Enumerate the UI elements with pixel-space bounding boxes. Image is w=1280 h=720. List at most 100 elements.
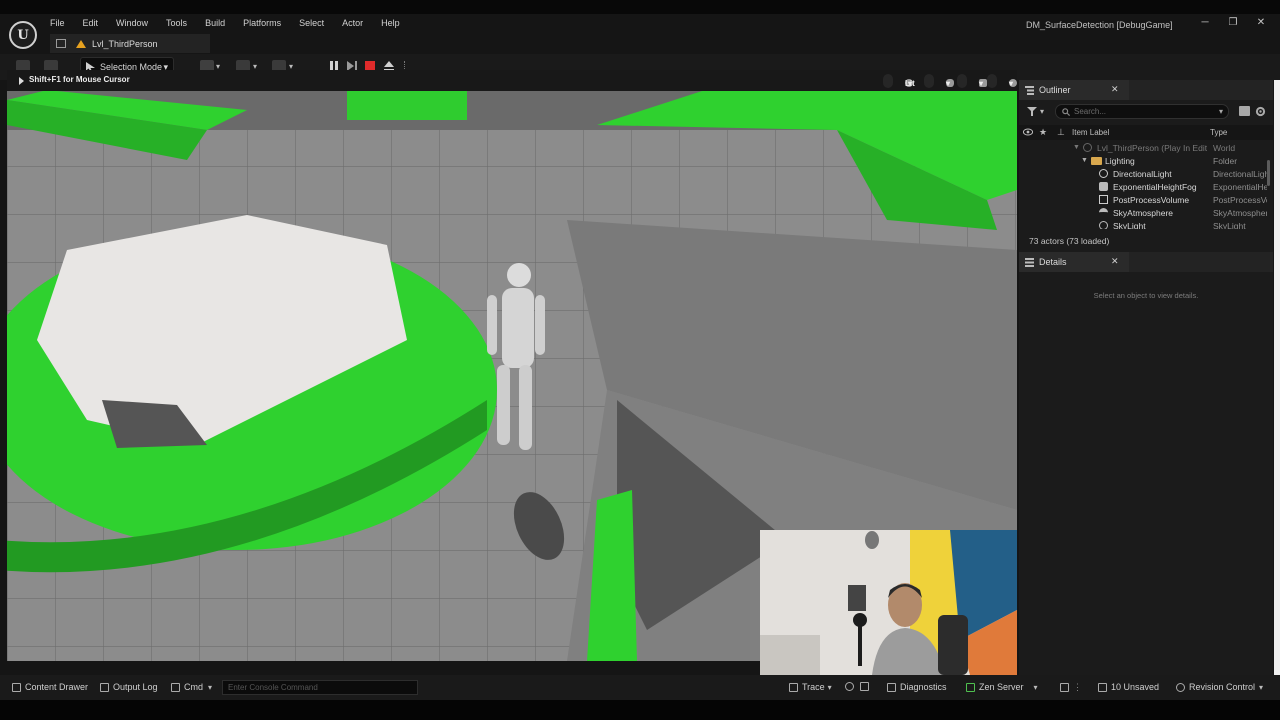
console-command-input[interactable]: Enter Console Command (222, 680, 418, 695)
outliner-item-type: SkyLight (1213, 220, 1246, 230)
character-head (507, 263, 531, 287)
menu-select[interactable]: Select (299, 18, 324, 28)
outliner-row-sky-atmosphere[interactable]: SkyAtmosphere SkyAtmosphere (1019, 206, 1267, 219)
snapping-dropdown[interactable]: ▾ (957, 74, 987, 88)
menu-help[interactable]: Help (381, 18, 400, 28)
record-icon (845, 682, 854, 691)
column-item-label[interactable]: Item Label (1072, 128, 1109, 137)
unsaved-icon (1098, 682, 1107, 692)
pin-icon[interactable]: ⊥ (1057, 127, 1065, 138)
right-side-panels: Outliner ✕ ▾ Search... ▾ ★ ⊥ Item Label … (1019, 80, 1273, 675)
play-triangle-icon (19, 77, 24, 85)
content-drawer-button[interactable]: Content Drawer (12, 682, 88, 692)
chevron-down-icon: ▾ (946, 79, 951, 88)
level-warning-icon (76, 39, 86, 48)
unsaved-label: 10 Unsaved (1111, 682, 1160, 692)
outliner-item-label: SkyLight (1113, 220, 1146, 230)
diagnostics-icon (887, 682, 896, 692)
menu-window[interactable]: Window (116, 18, 148, 28)
screen-edge-strip (1274, 80, 1280, 675)
project-title: DM_SurfaceDetection [DebugGame] (1026, 20, 1173, 30)
outliner-row-post-process[interactable]: PostProcessVolume PostProcessVolume (1019, 193, 1267, 206)
menu-edit[interactable]: Edit (83, 18, 99, 28)
menu-platforms[interactable]: Platforms (243, 18, 281, 28)
outliner-item-label: Lvl_ThirdPerson (Play In Editor) (1097, 142, 1207, 153)
visibility-eye-icon[interactable] (1023, 128, 1033, 136)
outliner-row-height-fog[interactable]: ExponentialHeightFog ExponentialHeightFo… (1019, 180, 1267, 193)
menu-file[interactable]: File (50, 18, 65, 28)
folder-icon (1091, 156, 1102, 165)
outliner-row-directional-light[interactable]: DirectionalLight DirectionalLight (1019, 167, 1267, 180)
diagnostics-button[interactable]: Diagnostics (887, 682, 947, 692)
chevron-down-icon: ▾ (827, 682, 832, 692)
webcam-overlay (760, 530, 1017, 675)
minimize-button[interactable]: ─ (1198, 16, 1212, 30)
screenshot-button[interactable] (860, 682, 873, 691)
viewport-settings-dropdown[interactable]: ▾ (987, 74, 1017, 88)
menu-tools[interactable]: Tools (166, 18, 187, 28)
outliner-item-type: Folder (1213, 155, 1238, 166)
gear-icon[interactable] (1255, 106, 1266, 117)
actor-count: 73 actors (73 loaded) (1029, 236, 1110, 246)
outliner-item-label: SkyAtmosphere (1113, 207, 1173, 218)
character-torso (502, 288, 534, 368)
home-icon[interactable] (56, 39, 66, 48)
output-log-button[interactable]: Output Log (100, 682, 158, 692)
outliner-row-world[interactable]: ▼ Lvl_ThirdPerson (Play In Editor) World (1019, 141, 1267, 154)
outliner-item-type: DirectionalLight (1213, 168, 1267, 179)
outliner-search-input[interactable]: Search... ▾ (1055, 104, 1229, 119)
webcam-feed-image (760, 530, 1017, 675)
top-black-strip (0, 0, 1280, 14)
chevron-down-icon[interactable]: ▼ (1073, 144, 1080, 151)
chevron-down-icon[interactable]: ▾ (1219, 107, 1223, 116)
chevron-down-icon: ▾ (208, 682, 213, 692)
outliner-row-lighting[interactable]: ▼ Lighting Folder (1019, 154, 1267, 167)
chevron-down-icon: ▾ (1033, 682, 1038, 692)
outliner-row-sky-light[interactable]: SkyLight SkyLight (1019, 219, 1267, 229)
revision-control-dropdown[interactable]: Revision Control ▾ (1176, 682, 1263, 692)
outliner-item-label: ExponentialHeightFog (1113, 181, 1197, 192)
star-icon[interactable]: ★ (1039, 127, 1047, 138)
outliner-scrollbar[interactable] (1267, 160, 1270, 186)
view-mode-dropdown[interactable]: Lit ▾ (883, 74, 915, 88)
level-tab[interactable]: Lvl_ThirdPerson (50, 34, 210, 53)
menu-build[interactable]: Build (205, 18, 225, 28)
close-icon[interactable]: ✕ (1111, 84, 1119, 95)
output-log-label: Output Log (113, 682, 158, 692)
chevron-down-icon[interactable]: ▾ (1040, 107, 1044, 116)
record-button[interactable] (845, 682, 858, 691)
trace-icon (789, 682, 798, 692)
sky-icon (1099, 208, 1108, 217)
chevron-down-icon: ▾ (1259, 682, 1264, 692)
outliner-column-header: ★ ⊥ Item Label Type (1019, 125, 1273, 140)
chevron-down-icon[interactable]: ▼ (1081, 157, 1088, 164)
close-button[interactable]: ✕ (1254, 16, 1268, 30)
outliner-item-type: ExponentialHeightFog (1213, 181, 1267, 192)
add-folder-icon[interactable] (1239, 106, 1250, 116)
menu-actor[interactable]: Actor (342, 18, 363, 28)
trace-label: Trace (802, 682, 825, 692)
maximize-button[interactable]: ❐ (1226, 16, 1240, 30)
zen-server-icon (966, 682, 975, 692)
cmd-label: Cmd (184, 682, 204, 692)
cmd-dropdown[interactable]: Cmd ▾ (171, 682, 212, 692)
viewport-hint-text: Shift+F1 for Mouse Cursor (29, 75, 130, 84)
outliner-item-label: Lighting (1105, 155, 1135, 166)
revision-control-label: Revision Control (1189, 682, 1256, 692)
column-type[interactable]: Type (1210, 128, 1227, 137)
outliner-item-type: World (1213, 142, 1236, 153)
source-icon-button[interactable]: ⋮ (1060, 682, 1082, 693)
character-left-arm (487, 295, 497, 355)
unreal-logo-icon[interactable]: U (9, 21, 37, 49)
show-flags-dropdown[interactable]: ▾ (924, 74, 954, 88)
unsaved-button[interactable]: 10 Unsaved (1098, 682, 1159, 692)
zen-server-dropdown[interactable]: Zen Server ▾ (966, 682, 1038, 692)
chevron-down-icon: ▾ (908, 79, 913, 88)
close-icon[interactable]: ✕ (1111, 256, 1119, 267)
details-icon (1025, 257, 1034, 267)
character-right-leg (519, 365, 532, 450)
filter-icon[interactable] (1027, 107, 1037, 116)
trace-dropdown[interactable]: Trace ▾ (789, 682, 832, 692)
chevron-down-icon: ▾ (979, 79, 984, 88)
main-menu: File Edit Window Tools Build Platforms S… (50, 18, 418, 28)
